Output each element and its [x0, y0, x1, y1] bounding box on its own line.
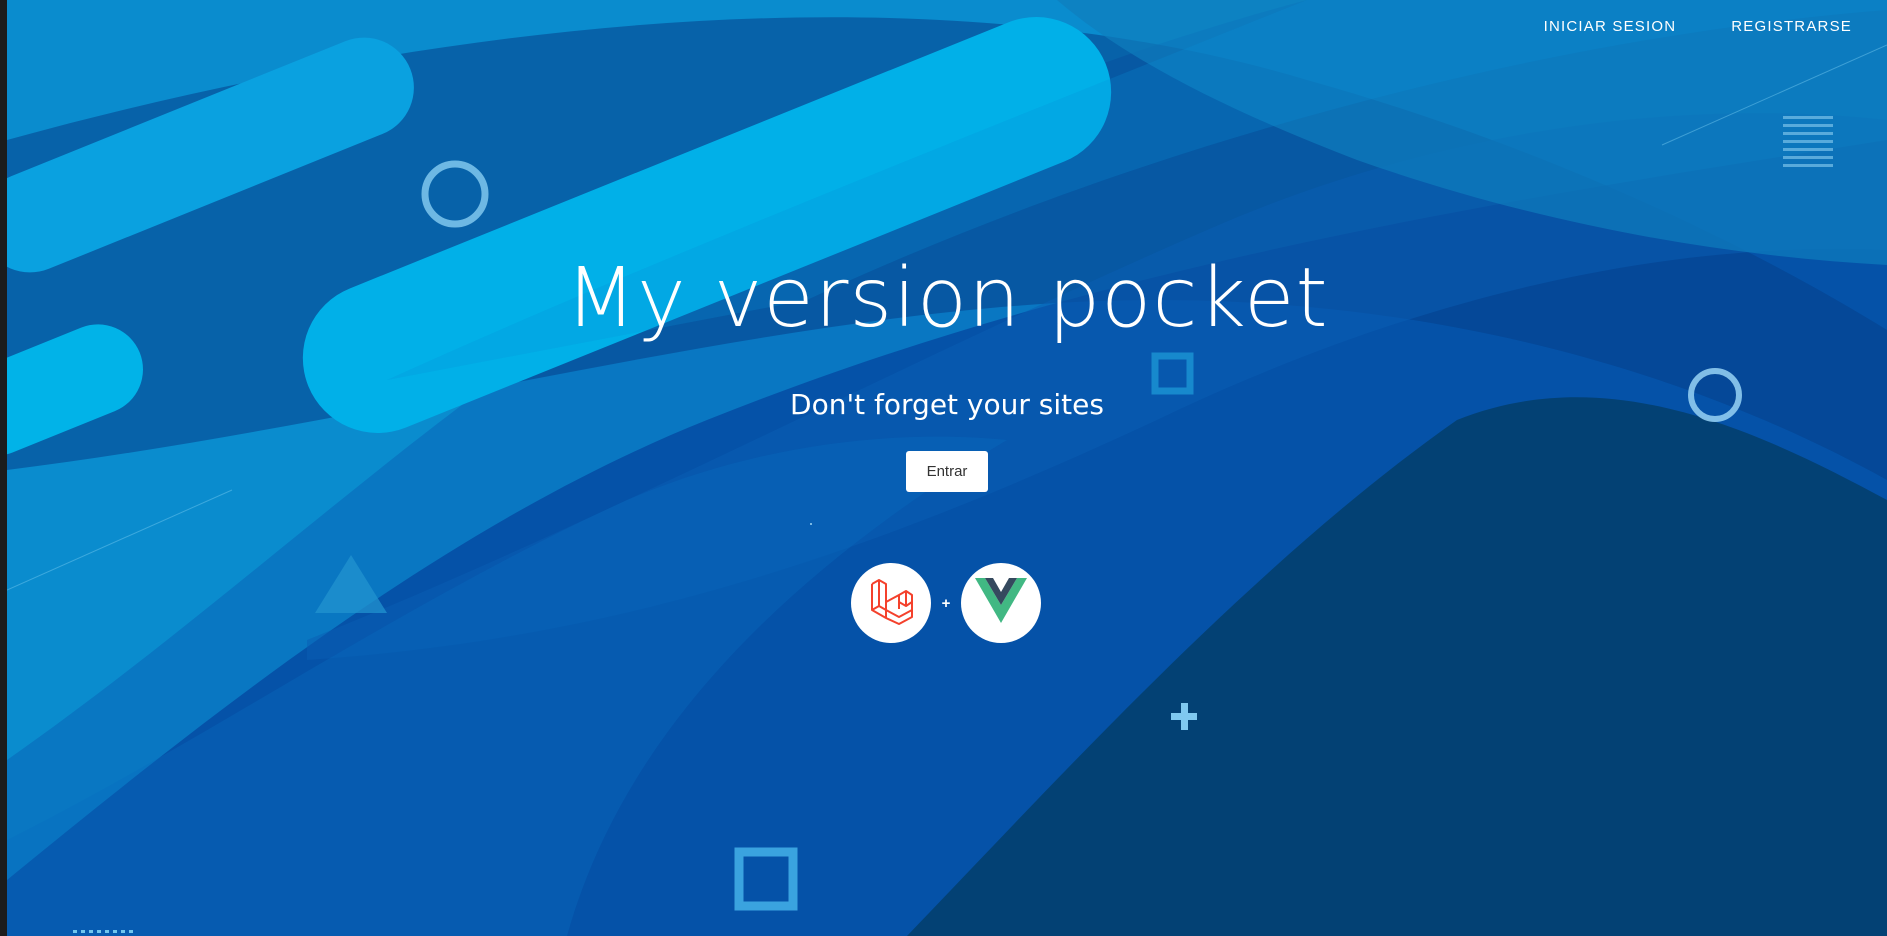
page-title: My version pocket — [565, 251, 1329, 346]
login-link[interactable]: INICIAR SESION — [1544, 18, 1677, 35]
register-link[interactable]: REGISTRARSE — [1731, 18, 1852, 35]
vue-logo — [961, 563, 1041, 643]
landing-page: INICIAR SESION REGISTRARSE My version po… — [7, 0, 1887, 936]
plus-separator: + — [941, 594, 951, 612]
hero-subtitle: Don't forget your sites — [790, 388, 1104, 421]
tech-logos: + — [851, 563, 1041, 643]
laravel-logo — [851, 563, 931, 643]
enter-button[interactable]: Entrar — [906, 451, 988, 492]
laravel-logo-icon — [866, 576, 916, 631]
vue-logo-icon — [975, 577, 1027, 629]
top-nav: INICIAR SESION REGISTRARSE — [1544, 18, 1852, 35]
